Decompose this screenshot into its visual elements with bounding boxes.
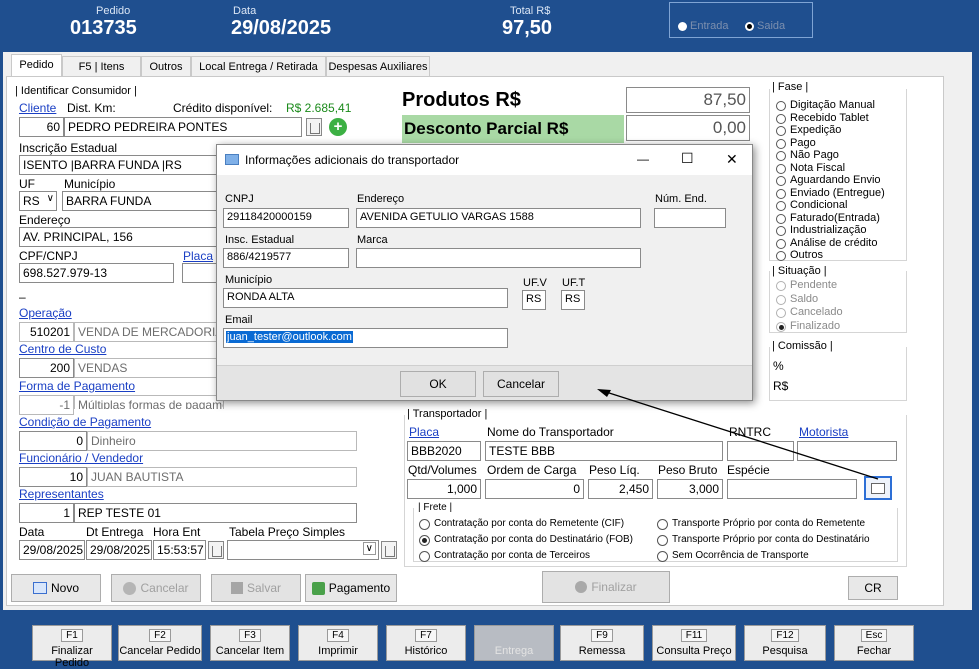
- arrow-line: [605, 391, 879, 480]
- arrow-head: [597, 389, 611, 397]
- annotation-arrow: [597, 389, 879, 480]
